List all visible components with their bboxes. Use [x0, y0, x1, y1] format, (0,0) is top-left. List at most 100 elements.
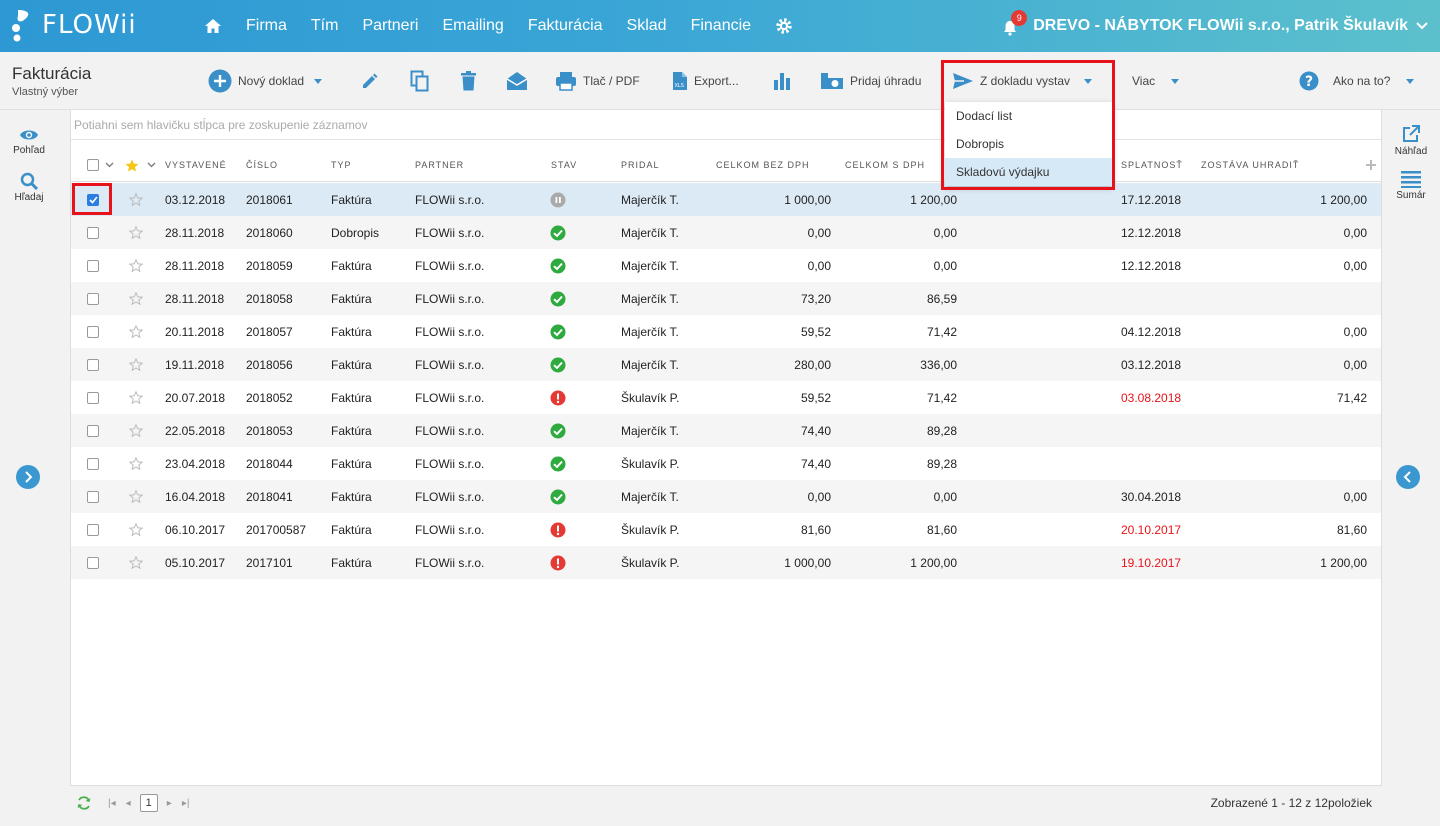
caret-down-icon[interactable]: [1084, 78, 1093, 84]
stats-button[interactable]: [773, 52, 791, 110]
new-doc-button[interactable]: Nový doklad: [208, 52, 323, 110]
table-row[interactable]: 22.05.2018 2018053 Faktúra FLOWii s.r.o. Maj…: [71, 414, 1381, 447]
row-checkbox[interactable]: [87, 447, 99, 480]
caret-down-icon[interactable]: [1171, 78, 1180, 84]
row-checkbox[interactable]: [87, 513, 99, 546]
col-issued[interactable]: VYSTAVENÉ: [165, 148, 227, 182]
refresh-icon[interactable]: [76, 796, 92, 810]
menu-item-stock-issue[interactable]: Skladovú výdajku: [945, 158, 1112, 186]
next-page-icon[interactable]: ▸: [167, 798, 172, 809]
more-button[interactable]: Viac: [1132, 52, 1180, 110]
table-row[interactable]: 20.11.2018 2018057 Faktúra FLOWii s.r.o. Maj…: [71, 315, 1381, 348]
nav-item-emailing[interactable]: Emailing: [442, 17, 503, 35]
row-checkbox[interactable]: [87, 546, 99, 579]
row-checkbox[interactable]: [87, 282, 99, 315]
summary-button[interactable]: Sumár: [1382, 170, 1440, 201]
star-outline-icon[interactable]: [129, 480, 143, 513]
group-drop-hint[interactable]: Potiahni sem hlavičku stĺpca pre zoskupe…: [71, 110, 1381, 140]
nav-item-sklad[interactable]: Sklad: [627, 17, 667, 35]
view-button[interactable]: Pohľad: [0, 128, 58, 156]
star-filled-icon[interactable]: [125, 148, 139, 182]
row-checkbox[interactable]: [87, 480, 99, 513]
star-outline-icon[interactable]: [129, 216, 143, 249]
col-total-no-vat[interactable]: CELKOM BEZ DPH: [716, 148, 810, 182]
copy-button[interactable]: [410, 52, 430, 110]
table-row[interactable]: 28.11.2018 2018060 Dobropis FLOWii s.r.o. Ma…: [71, 216, 1381, 249]
col-status[interactable]: STAV: [551, 148, 577, 182]
nav-item-financie[interactable]: Financie: [691, 17, 751, 35]
star-outline-icon[interactable]: [129, 381, 143, 414]
nav-item-tim[interactable]: Tím: [311, 17, 339, 35]
table-row[interactable]: 28.11.2018 2018059 Faktúra FLOWii s.r.o. Maj…: [71, 249, 1381, 282]
star-outline-icon[interactable]: [129, 315, 143, 348]
nav-item-firma[interactable]: Firma: [246, 17, 287, 35]
col-added-by[interactable]: PRIDAL: [621, 148, 660, 182]
collapse-right-button[interactable]: [1396, 465, 1420, 489]
chevron-down-icon[interactable]: [147, 148, 156, 182]
star-outline-icon[interactable]: [129, 513, 143, 546]
logo[interactable]: FLOWii: [10, 8, 137, 42]
row-checkbox[interactable]: [87, 414, 99, 447]
delete-button[interactable]: [460, 52, 477, 110]
table-row[interactable]: 03.12.2018 2018061 Faktúra FLOWii s.r.o. Maj…: [71, 183, 1381, 216]
col-type[interactable]: TYP: [331, 148, 352, 182]
current-page[interactable]: 1: [139, 794, 158, 812]
col-total-vat[interactable]: CELKOM S DPH: [845, 148, 925, 182]
star-outline-icon[interactable]: [129, 348, 143, 381]
star-outline-icon[interactable]: [129, 183, 143, 216]
caret-down-icon[interactable]: [314, 78, 323, 84]
first-page-icon[interactable]: |◂: [108, 798, 116, 809]
col-number[interactable]: ČÍSLO: [246, 148, 278, 182]
table-row[interactable]: 05.10.2017 2017101 Faktúra FLOWii s.r.o. Šku…: [71, 546, 1381, 579]
edit-button[interactable]: [360, 52, 380, 110]
cell-added-by: Majerčík T.: [621, 192, 679, 207]
toolbar: Fakturácia Vlastný výber Nový doklad Tla…: [0, 52, 1440, 110]
home-icon[interactable]: [204, 18, 222, 34]
star-outline-icon[interactable]: [129, 282, 143, 315]
col-remaining[interactable]: ZOSTÁVA UHRADIŤ: [1201, 148, 1299, 182]
star-outline-icon[interactable]: [129, 447, 143, 480]
menu-item-delivery-note[interactable]: Dodací list: [945, 102, 1112, 130]
prev-page-icon[interactable]: ◂: [126, 798, 131, 809]
export-button[interactable]: XLS Export...: [672, 52, 739, 110]
cell-number: 2018058: [246, 291, 293, 306]
row-checkbox[interactable]: [87, 381, 99, 414]
row-checkbox[interactable]: [87, 249, 99, 282]
table-row[interactable]: 23.04.2018 2018044 Faktúra FLOWii s.r.o. Šku…: [71, 447, 1381, 480]
star-outline-icon[interactable]: [129, 249, 143, 282]
user-area[interactable]: 9 DREVO - NÁBYTOK FLOWii s.r.o., Patrik …: [1003, 0, 1428, 52]
gear-icon[interactable]: [775, 17, 793, 35]
col-due[interactable]: SPLATNOSŤ: [1121, 148, 1183, 182]
select-all-checkbox[interactable]: [87, 148, 99, 182]
add-payment-button[interactable]: Pridaj úhradu: [820, 52, 921, 110]
table-row[interactable]: 06.10.2017 201700587 Faktúra FLOWii s.r.o. Š…: [71, 513, 1381, 546]
print-pdf-button[interactable]: Tlač / PDF: [555, 52, 640, 110]
nav-item-partneri[interactable]: Partneri: [362, 17, 418, 35]
star-outline-icon[interactable]: [129, 546, 143, 579]
chevron-down-icon[interactable]: [1416, 22, 1428, 30]
table-row[interactable]: 16.04.2018 2018041 Faktúra FLOWii s.r.o. Maj…: [71, 480, 1381, 513]
table-row[interactable]: 19.11.2018 2018056 Faktúra FLOWii s.r.o. Maj…: [71, 348, 1381, 381]
row-checkbox[interactable]: [87, 183, 99, 216]
col-partner[interactable]: PARTNER: [415, 148, 464, 182]
caret-down-icon[interactable]: [1406, 78, 1415, 84]
star-outline-icon[interactable]: [129, 414, 143, 447]
row-checkbox[interactable]: [87, 315, 99, 348]
company-user-name[interactable]: DREVO - NÁBYTOK FLOWii s.r.o., Patrik Šk…: [1033, 17, 1408, 35]
menu-item-credit-note[interactable]: Dobropis: [945, 130, 1112, 158]
expand-left-button[interactable]: [16, 465, 40, 489]
bell-icon[interactable]: 9: [1003, 10, 1028, 36]
table-row[interactable]: 20.07.2018 2018052 Faktúra FLOWii s.r.o. Šku…: [71, 381, 1381, 414]
help-button[interactable]: ? Ako na to?: [1299, 52, 1415, 110]
preview-button[interactable]: Náhľad: [1382, 124, 1440, 157]
search-button[interactable]: Hľadaj: [0, 172, 58, 203]
chevron-down-icon[interactable]: [105, 148, 114, 182]
row-checkbox[interactable]: [87, 348, 99, 381]
row-checkbox[interactable]: [87, 216, 99, 249]
add-column-icon[interactable]: [1365, 148, 1377, 182]
cell-due: [1121, 447, 1201, 480]
nav-item-fakturacia[interactable]: Fakturácia: [528, 17, 603, 35]
email-button[interactable]: [506, 52, 528, 110]
last-page-icon[interactable]: ▸|: [182, 798, 190, 809]
table-row[interactable]: 28.11.2018 2018058 Faktúra FLOWii s.r.o. Maj…: [71, 282, 1381, 315]
